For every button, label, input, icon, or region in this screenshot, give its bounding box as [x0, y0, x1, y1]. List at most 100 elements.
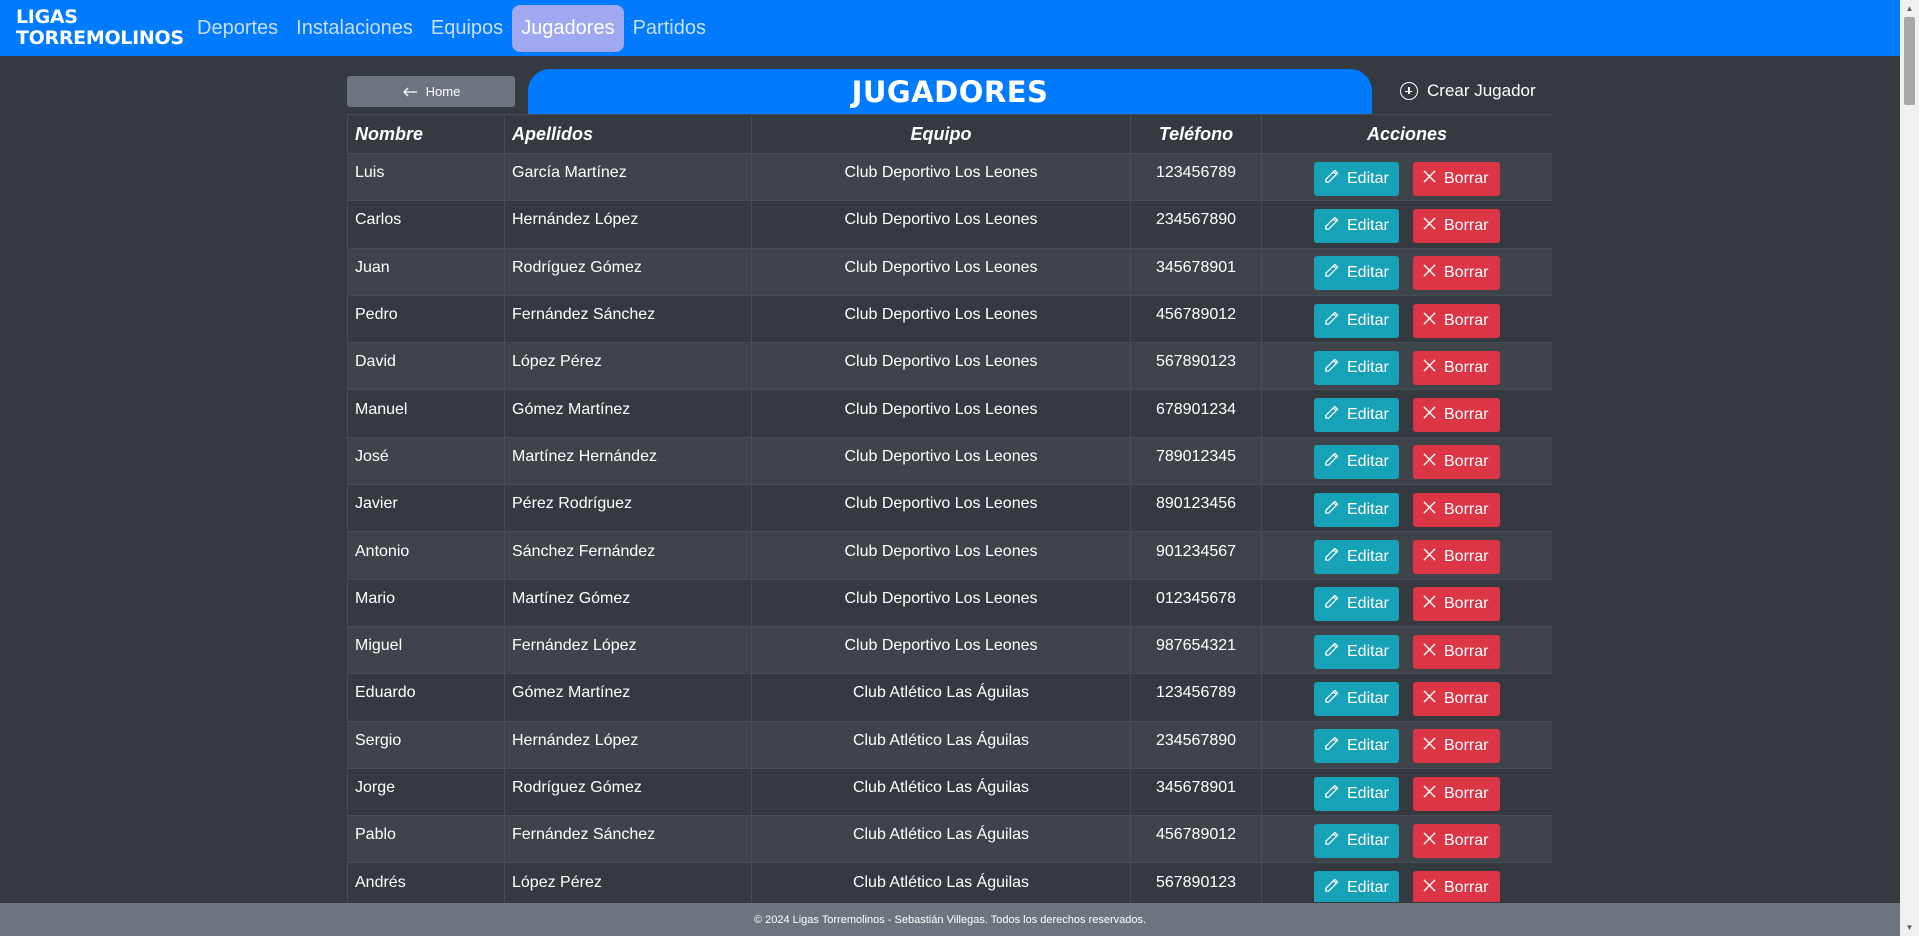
table-row: Eduardo Gómez Martínez Club Atlético Las Á… — [347, 673, 1552, 722]
scroll-down-arrow-icon[interactable]: ▼ — [1900, 919, 1919, 936]
delete-button[interactable]: Borrar — [1413, 492, 1500, 527]
delete-button[interactable]: Borrar — [1413, 776, 1500, 811]
delete-button[interactable]: Borrar — [1413, 398, 1500, 433]
edit-button[interactable]: Editar — [1314, 871, 1399, 902]
cell-apellidos: García Martínez — [504, 152, 752, 202]
edit-label: Editar — [1347, 311, 1389, 329]
pencil-icon — [1324, 169, 1339, 189]
cell-nombre: David — [347, 342, 505, 391]
delete-button[interactable]: Borrar — [1413, 445, 1500, 480]
cell-nombre: Carlos — [347, 200, 505, 249]
delete-button[interactable]: Borrar — [1413, 729, 1500, 764]
scroll-up-arrow-icon[interactable]: ▲ — [1900, 0, 1919, 17]
nombre-text: Mario — [355, 589, 396, 607]
close-icon — [1423, 359, 1436, 377]
cell-acciones: Editar Borrar — [1261, 294, 1552, 344]
delete-button[interactable]: Borrar — [1413, 587, 1500, 622]
apellidos-text: Martínez Gómez — [512, 589, 631, 607]
scroll-thumb[interactable] — [1904, 17, 1915, 105]
delete-button[interactable]: Borrar — [1413, 256, 1500, 291]
edit-label: Editar — [1347, 737, 1389, 755]
edit-button[interactable]: Editar — [1314, 445, 1399, 480]
delete-button[interactable]: Borrar — [1413, 634, 1500, 669]
cell-nombre: Juan — [347, 247, 505, 296]
home-button[interactable]: Home — [347, 76, 515, 107]
cell-apellidos: Pérez Rodríguez — [504, 484, 752, 533]
edit-button[interactable]: Editar — [1314, 587, 1399, 622]
edit-label: Editar — [1347, 831, 1389, 849]
table-row: Juan Rodríguez Gómez Club Deportivo Los Le… — [347, 247, 1552, 296]
nombre-text: Manuel — [355, 400, 408, 418]
pencil-icon — [1324, 216, 1339, 236]
apellidos-text: Fernández Sánchez — [512, 826, 656, 844]
cell-equipo: Club Deportivo Los Leones — [751, 436, 1131, 486]
edit-button[interactable]: Editar — [1314, 303, 1399, 338]
cell-telefono: 234567890 — [1130, 200, 1262, 249]
vertical-scrollbar[interactable]: ▲ ▼ — [1900, 0, 1919, 936]
page-title-tab: JUGADORES — [528, 69, 1372, 115]
edit-button[interactable]: Editar — [1314, 256, 1399, 291]
cell-telefono: 678901234 — [1130, 389, 1262, 438]
top-navbar: LIGAS TORREMOLINOS Deportes Instalacione… — [0, 0, 1900, 56]
edit-button[interactable]: Editar — [1314, 161, 1399, 196]
edit-button[interactable]: Editar — [1314, 350, 1399, 385]
table-row: David López Pérez Club Deportivo Los Leone… — [347, 342, 1552, 391]
cell-apellidos: Hernández López — [504, 200, 752, 249]
delete-button[interactable]: Borrar — [1413, 350, 1500, 385]
brand-logo[interactable]: LIGAS TORREMOLINOS — [16, 6, 184, 49]
players-table-container[interactable]: Nombre Apellidos Equipo Teléfono Accione… — [347, 114, 1552, 902]
apellidos-text: Pérez Rodríguez — [512, 495, 633, 513]
cell-equipo: Club Atlético Las Águilas — [751, 815, 1131, 864]
nav-item-equipos[interactable]: Equipos — [422, 7, 512, 50]
delete-button[interactable]: Borrar — [1413, 681, 1500, 716]
cell-equipo: Club Deportivo Los Leones — [751, 625, 1131, 675]
nav-item-deportes[interactable]: Deportes — [188, 7, 287, 50]
edit-label: Editar — [1347, 784, 1389, 802]
telefono-text: 567890123 — [1155, 353, 1237, 371]
delete-button[interactable]: Borrar — [1413, 540, 1500, 575]
delete-button[interactable]: Borrar — [1413, 823, 1500, 858]
cell-acciones: Editar Borrar — [1261, 578, 1552, 627]
cell-acciones: Editar Borrar — [1261, 767, 1552, 817]
cell-apellidos: Fernández Sánchez — [504, 815, 752, 864]
equipo-text: Club Deportivo Los Leones — [844, 164, 1038, 182]
edit-button[interactable]: Editar — [1314, 208, 1399, 243]
nombre-text: Andrés — [355, 873, 406, 891]
cell-nombre: Luis — [347, 152, 505, 202]
table-row: Antonio Sánchez Fernández Club Deportivo L… — [347, 531, 1552, 580]
nav-item-instalaciones[interactable]: Instalaciones — [287, 7, 422, 50]
nav-item-partidos[interactable]: Partidos — [624, 7, 715, 50]
delete-button[interactable]: Borrar — [1413, 208, 1500, 243]
telefono-text: 123456789 — [1155, 164, 1237, 182]
edit-button[interactable]: Editar — [1314, 492, 1399, 527]
close-icon — [1423, 311, 1436, 330]
cell-nombre: Mario — [347, 578, 505, 627]
delete-button[interactable]: Borrar — [1413, 303, 1500, 338]
apellidos-text: Gómez Martínez — [512, 684, 631, 702]
nombre-text: Pablo — [355, 826, 396, 844]
edit-button[interactable]: Editar — [1314, 634, 1399, 669]
cell-telefono: 456789012 — [1130, 294, 1262, 344]
pencil-icon — [1324, 263, 1339, 283]
cell-equipo: Club Deportivo Los Leones — [751, 247, 1131, 296]
delete-label: Borrar — [1444, 500, 1489, 518]
edit-label: Editar — [1347, 264, 1389, 282]
cell-telefono: 901234567 — [1130, 531, 1262, 580]
edit-button[interactable]: Editar — [1314, 776, 1399, 811]
create-player-button[interactable]: Crear Jugador — [1400, 78, 1536, 104]
edit-button[interactable]: Editar — [1314, 398, 1399, 433]
delete-button[interactable]: Borrar — [1413, 161, 1500, 196]
edit-button[interactable]: Editar — [1314, 729, 1399, 764]
brand-line-1: LIGAS — [16, 6, 78, 28]
edit-label: Editar — [1347, 642, 1389, 660]
nav-item-jugadores[interactable]: Jugadores — [512, 4, 624, 52]
footer: © 2024 Ligas Torremolinos - Sebastián Vi… — [0, 903, 1900, 936]
edit-button[interactable]: Editar — [1314, 540, 1399, 575]
cell-acciones: Editar Borrar — [1261, 200, 1552, 249]
edit-button[interactable]: Editar — [1314, 681, 1399, 716]
delete-button[interactable]: Borrar — [1413, 871, 1500, 902]
close-icon — [1423, 643, 1436, 661]
edit-button[interactable]: Editar — [1314, 823, 1399, 858]
table-row: Sergio Hernández López Club Atlético Las Á… — [347, 720, 1552, 769]
header-acciones: Acciones — [1261, 114, 1552, 154]
